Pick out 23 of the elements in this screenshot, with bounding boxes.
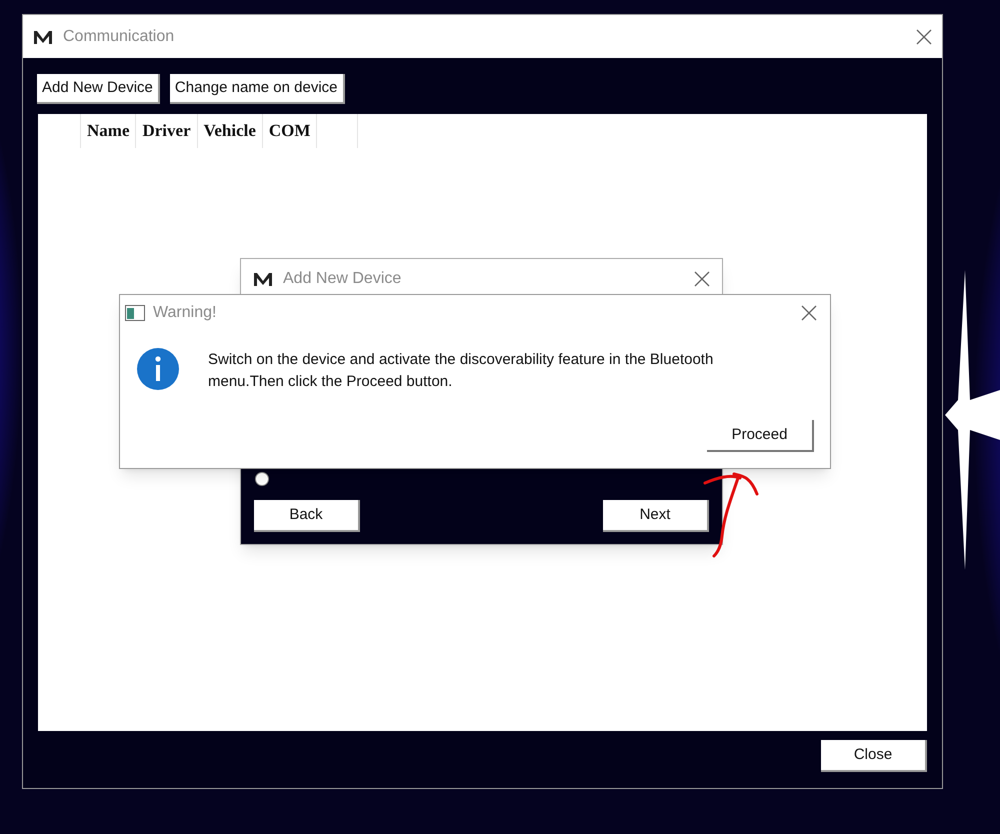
dialog-title: Warning! — [153, 303, 216, 323]
warning-message: Switch on the device and activate the discoverability feature in the Bluetooth menu.Then click the Proceed button. — [208, 350, 714, 392]
close-icon[interactable] — [694, 271, 710, 287]
dialog-button[interactable]: Back — [254, 500, 360, 532]
header-cell — [316, 114, 358, 148]
logo-icon — [33, 28, 55, 44]
dialog-button[interactable]: Next — [603, 500, 709, 532]
column-header[interactable]: COM — [262, 114, 316, 148]
close-icon[interactable] — [801, 305, 817, 321]
window-icon — [125, 305, 145, 321]
logo-icon — [253, 271, 275, 287]
close-button[interactable]: Close — [821, 740, 927, 772]
toolbar-button[interactable]: Add New Device — [37, 74, 160, 104]
toolbar-button[interactable]: Change name on device — [170, 74, 345, 104]
dialog-title: Add New Device — [283, 269, 402, 289]
info-icon — [136, 347, 180, 391]
column-header[interactable]: Driver — [135, 114, 197, 148]
column-header[interactable]: Vehicle — [196, 114, 262, 148]
window-title: Communication — [63, 26, 174, 46]
radio-button[interactable] — [255, 472, 269, 486]
proceed-button[interactable]: Proceed — [707, 420, 814, 452]
close-icon[interactable] — [916, 28, 932, 44]
column-header[interactable]: Name — [80, 114, 136, 148]
